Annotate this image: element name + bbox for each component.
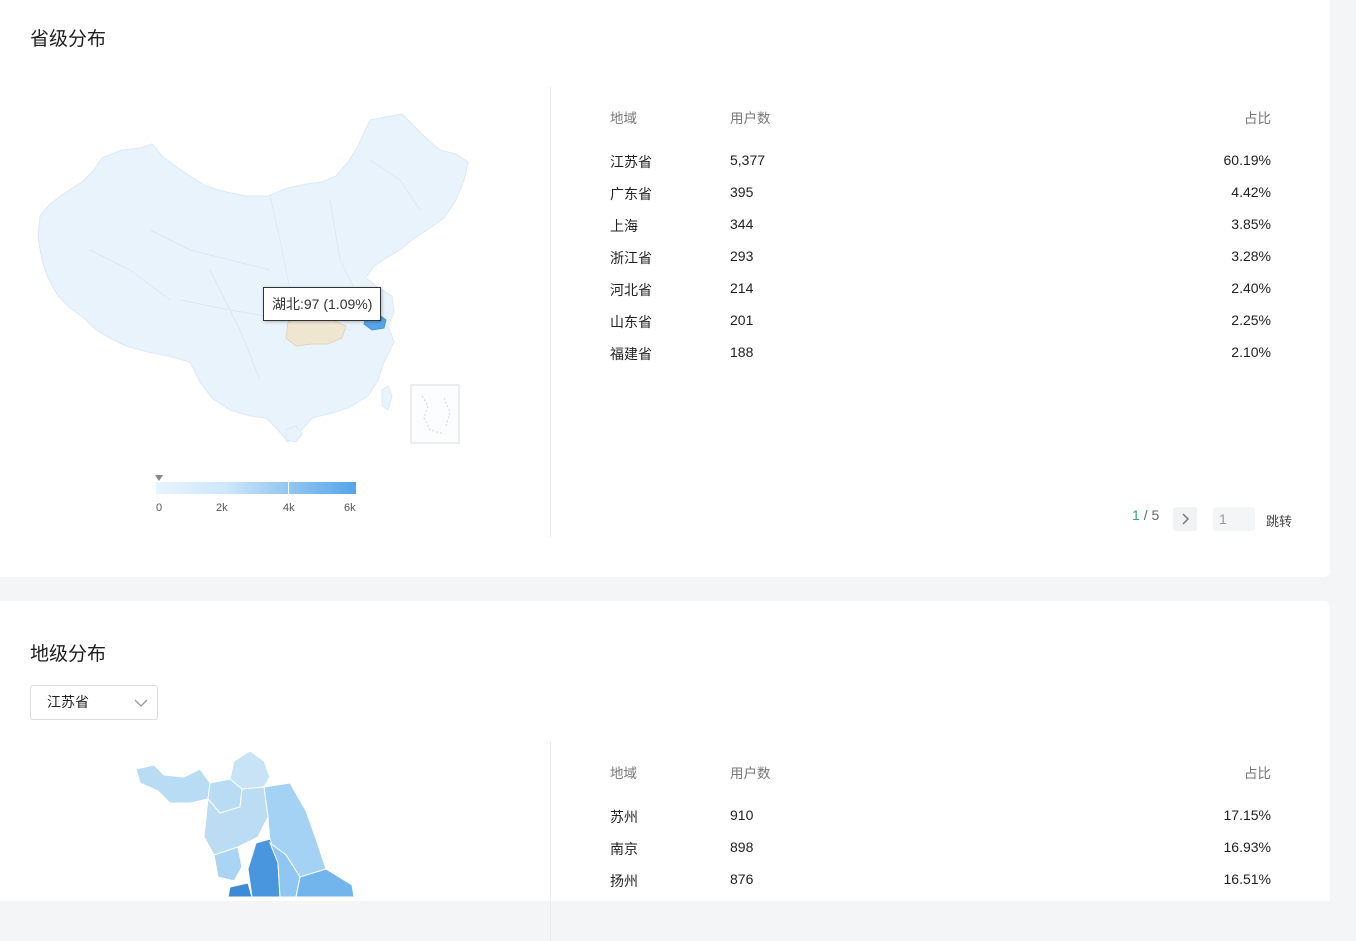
table-row: 苏州 910 17.15% [610, 807, 1271, 839]
cell-percent: 60.19% [1223, 152, 1271, 168]
legend-tick: 2k [216, 502, 228, 514]
column-header-users: 用户数 [730, 766, 771, 781]
taiwan-island[interactable] [381, 385, 393, 411]
map-tooltip: 湖北:97 (1.09%) [263, 287, 382, 321]
legend-tick: 4k [283, 502, 295, 514]
cell-region: 上海 [610, 218, 638, 234]
city-distribution-card: 地级分布 江苏省 地域 用户数 占比 苏州 910 17.15% 南京 898 [0, 601, 1330, 941]
cell-percent: 3.28% [1231, 248, 1271, 264]
total-pages: 5 [1151, 507, 1160, 523]
cell-users: 395 [730, 184, 754, 200]
table-row: 山东省 201 2.25% [610, 312, 1271, 344]
page-separator: / [1143, 507, 1148, 523]
table-row: 扬州 876 16.51% [610, 871, 1271, 903]
legend-tick: 0 [156, 502, 163, 514]
table-row: 河北省 214 2.40% [610, 280, 1271, 312]
column-header-region: 地域 [610, 111, 637, 126]
section-title: 地级分布 [30, 644, 107, 665]
cell-users: 876 [730, 871, 754, 887]
cell-percent: 16.51% [1223, 871, 1271, 887]
cell-percent: 17.15% [1223, 807, 1271, 823]
table-row: 福建省 188 2.10% [610, 344, 1271, 376]
visual-map-legend[interactable] [156, 482, 356, 494]
cell-percent: 16.93% [1223, 839, 1271, 855]
south-china-sea-inset [410, 384, 460, 444]
table-row: 上海 344 3.85% [610, 216, 1271, 248]
cell-percent: 2.25% [1231, 312, 1271, 328]
map-region[interactable] [135, 764, 211, 804]
column-header-region: 地域 [610, 766, 637, 781]
cell-users: 898 [730, 839, 754, 855]
cell-region: 南京 [610, 841, 638, 857]
chevron-down-icon [134, 699, 148, 707]
province-distribution-card: 省级分布 湖北:97 (1.09%) 0 2k 4k 6k 地域 用户数 占比 … [0, 0, 1330, 577]
pagination-status: 1 / 5 [1132, 507, 1159, 523]
cell-users: 910 [730, 807, 754, 823]
china-mainland-shape[interactable] [37, 113, 469, 443]
cell-users: 344 [730, 216, 754, 232]
cell-percent: 2.10% [1231, 344, 1271, 360]
column-header-users: 用户数 [730, 111, 771, 126]
cell-region: 福建省 [610, 346, 652, 362]
cell-region: 河北省 [610, 282, 652, 298]
cell-region: 扬州 [610, 873, 638, 889]
map-region[interactable] [229, 750, 271, 790]
legend-separator [288, 482, 289, 494]
vertical-divider [550, 87, 551, 537]
cell-users: 5,377 [730, 152, 766, 168]
cell-region: 山东省 [610, 314, 652, 330]
cell-percent: 4.42% [1231, 184, 1271, 200]
select-value: 江苏省 [47, 694, 89, 710]
map-region[interactable] [227, 882, 253, 897]
table-row: 广东省 395 4.42% [610, 184, 1271, 216]
cell-users: 201 [730, 312, 754, 328]
column-header-percent: 占比 [1244, 766, 1271, 781]
table-row: 浙江省 293 3.28% [610, 248, 1271, 280]
legend-indicator-icon[interactable] [155, 475, 163, 481]
province-select[interactable]: 江苏省 [30, 685, 158, 720]
column-header-percent: 占比 [1244, 111, 1271, 126]
cell-region: 浙江省 [610, 250, 652, 266]
table-row: 南京 898 16.93% [610, 839, 1271, 871]
cell-users: 214 [730, 280, 754, 296]
legend-tick: 6k [344, 502, 356, 514]
cell-region: 苏州 [610, 809, 638, 825]
cell-region: 江苏省 [610, 154, 652, 170]
cell-users: 293 [730, 248, 754, 264]
cell-percent: 3.85% [1231, 216, 1271, 232]
cell-region: 广东省 [610, 186, 652, 202]
table-row: 江苏省 5,377 60.19% [610, 152, 1271, 184]
next-page-button[interactable] [1173, 507, 1197, 531]
jump-button[interactable]: 跳转 [1266, 511, 1292, 530]
chevron-right-icon [1182, 513, 1190, 525]
china-map[interactable] [30, 100, 490, 460]
current-page: 1 [1132, 507, 1140, 523]
jiangsu-map[interactable] [130, 747, 360, 897]
section-title: 省级分布 [30, 29, 107, 50]
cell-percent: 2.40% [1231, 280, 1271, 296]
vertical-divider [550, 741, 551, 941]
cell-users: 188 [730, 344, 754, 360]
page-jump-input[interactable] [1213, 507, 1255, 531]
